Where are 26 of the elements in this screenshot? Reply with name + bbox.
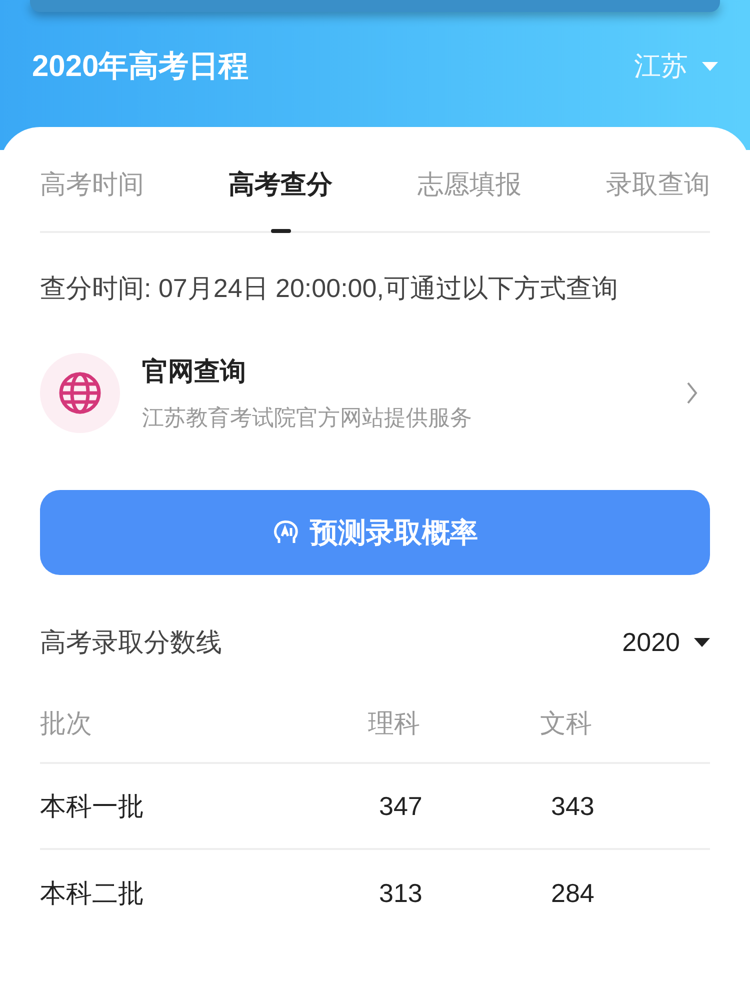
- column-header: 批次: [40, 708, 92, 738]
- column-header: 理科: [368, 708, 420, 738]
- table-cell: 284: [551, 878, 594, 908]
- predict-button[interactable]: 预测录取概率: [40, 490, 710, 575]
- query-time-text: 查分时间: 07月24日 20:00:00,可通过以下方式查询: [40, 272, 619, 305]
- column-header: 文科: [540, 708, 592, 738]
- table-cell: 本科二批: [40, 878, 144, 908]
- caret-icon: [702, 62, 718, 72]
- year-selector[interactable]: 2020: [622, 623, 710, 662]
- table-cell: 本科一批: [40, 790, 144, 820]
- official-site-item[interactable]: 官网查询 江苏教育考试院官方网站提供服务: [40, 352, 710, 434]
- item-title: 官网查询: [142, 355, 247, 388]
- item-subtitle: 江苏教育考试院官方网站提供服务: [142, 404, 473, 432]
- table-cell: 343: [551, 790, 594, 820]
- tab[interactable]: 志愿填报: [417, 165, 522, 231]
- table-cell: 347: [379, 790, 422, 820]
- table-cell: 313: [379, 878, 422, 908]
- tab-indicator: [270, 229, 291, 233]
- caret-icon: [694, 638, 710, 648]
- tab[interactable]: 高考查分: [228, 165, 333, 231]
- page-title: 2020年高考日程: [32, 48, 249, 85]
- tab[interactable]: 高考时间: [40, 165, 144, 231]
- section-title: 高考录取分数线: [40, 626, 222, 659]
- tab[interactable]: 录取查询: [606, 165, 710, 231]
- chevron-right-icon: [686, 381, 698, 405]
- province-selector[interactable]: 江苏: [634, 46, 718, 87]
